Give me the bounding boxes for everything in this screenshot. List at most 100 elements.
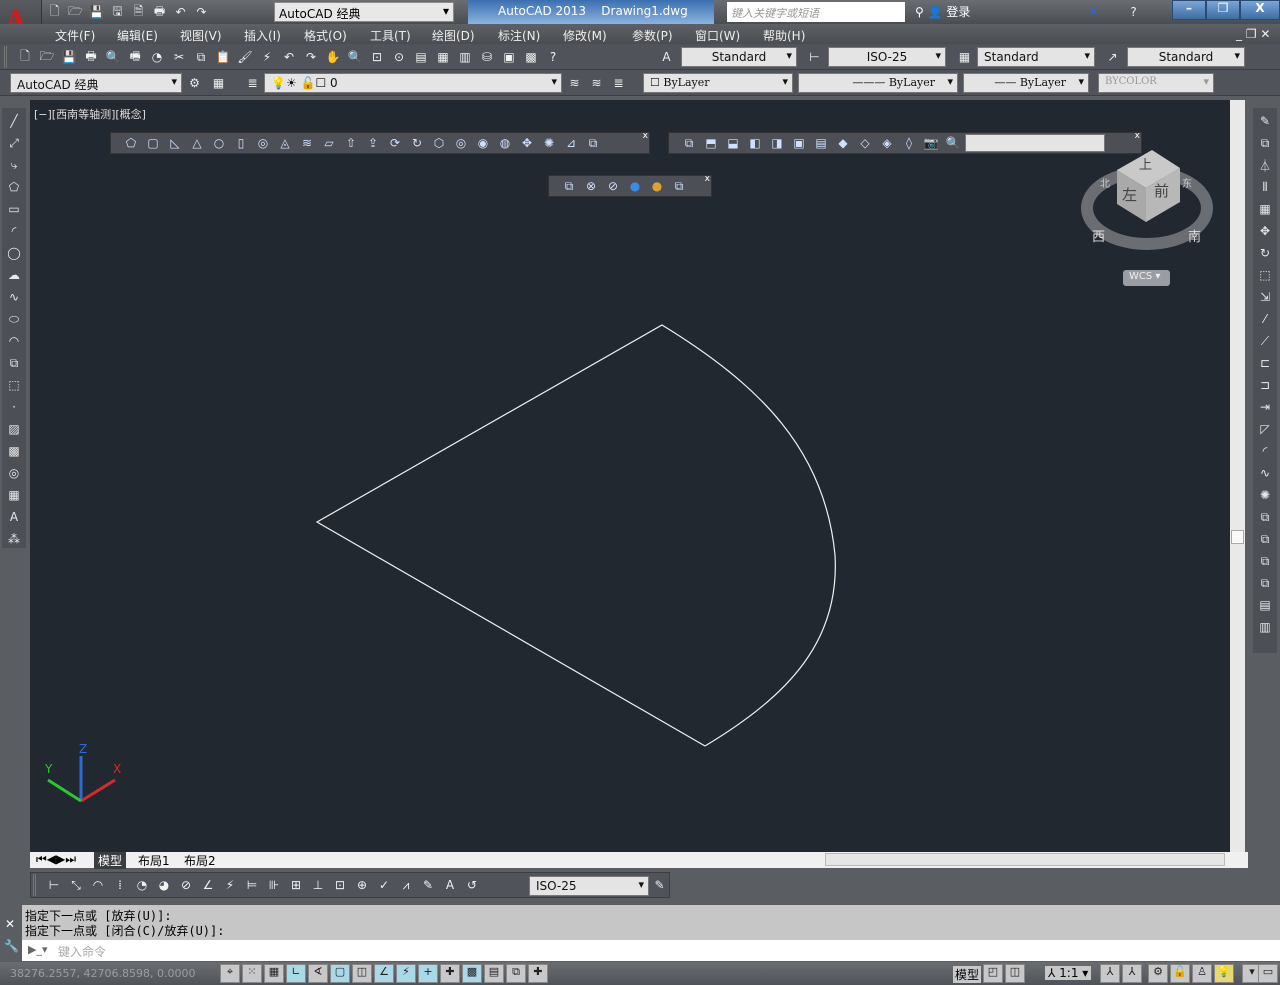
hardware-acceleration-icon[interactable]: ♙ [1192, 964, 1212, 983]
lineweight-icon[interactable]: ✚ [440, 964, 460, 983]
visual-style-manager-icon[interactable]: ⧉ [669, 177, 689, 195]
3d-move-icon[interactable]: ✥ [517, 134, 537, 152]
hidden-icon[interactable]: ⊘ [603, 177, 623, 195]
tab-layout1[interactable]: 布局1 [134, 852, 174, 869]
make-block-icon[interactable]: ⬚ [5, 376, 23, 394]
sweep-icon[interactable]: ⟳ [385, 134, 405, 152]
left-view-icon[interactable]: ◧ [745, 134, 765, 152]
2d-wireframe-icon[interactable]: ⧉ [559, 177, 579, 195]
hatch-back-icon[interactable]: ▥ [1256, 618, 1274, 636]
dim-style-dropdown-2[interactable]: ISO-25 [529, 876, 649, 896]
hatch-icon[interactable]: ▨ [5, 420, 23, 438]
3d-align-icon[interactable]: ⊿ [561, 134, 581, 152]
auto-scale-icon[interactable]: ⅄ [1122, 964, 1142, 983]
draworder-under-icon[interactable]: ⧉ [1256, 574, 1274, 592]
compass-north[interactable]: 北 [1100, 175, 1110, 190]
scroll-thumb[interactable] [1231, 530, 1244, 544]
rotate-icon[interactable]: ↻ [1256, 244, 1274, 262]
snap-mode-icon[interactable]: ⁙ [242, 964, 262, 983]
viewcube-left-face[interactable]: 左 [1122, 184, 1137, 205]
polysolid-icon[interactable]: ⬠ [121, 134, 141, 152]
tab-model[interactable]: 模型 [94, 852, 127, 869]
transparency-icon[interactable]: ▩ [462, 964, 482, 983]
erase-icon[interactable]: ✎ [1256, 112, 1274, 130]
dynamic-input-icon[interactable]: + [418, 964, 438, 983]
line-icon[interactable]: ╱ [5, 112, 23, 130]
arc-length-icon[interactable]: ◠ [88, 875, 108, 895]
tab-nav-arrows[interactable]: ⏮◀▶⏭ [32, 852, 80, 867]
table-icon[interactable]: ▦ [5, 486, 23, 504]
tab-layout2[interactable]: 布局2 [180, 852, 220, 869]
presspull-icon[interactable]: ⇪ [363, 134, 383, 152]
compass-east[interactable]: 东 [1182, 175, 1192, 190]
named-views-icon[interactable]: ⧉ [679, 134, 699, 152]
intersect-icon[interactable]: ◍ [495, 134, 515, 152]
annotation-visibility-icon[interactable]: ⅄ [1100, 964, 1120, 983]
annotation-monitor-icon[interactable]: ✚ [528, 964, 548, 983]
box-icon[interactable]: ▢ [143, 134, 163, 152]
3d-osnap-icon[interactable]: ◫ [352, 964, 372, 983]
loft-icon[interactable]: ⬡ [429, 134, 449, 152]
dim-style-manager-icon[interactable]: ✎ [651, 876, 668, 893]
diameter-icon[interactable]: ⊘ [176, 875, 196, 895]
cone-icon[interactable]: △ [187, 134, 207, 152]
draworder-back-icon[interactable]: ⧉ [1256, 530, 1274, 548]
center-mark-icon[interactable]: ⊕ [352, 875, 372, 895]
right-view-icon[interactable]: ◨ [767, 134, 787, 152]
zoom-icon[interactable]: 🔍 [943, 134, 963, 152]
compass-west[interactable]: 西 [1092, 226, 1105, 245]
3d-array-icon[interactable]: ⧉ [583, 134, 603, 152]
quick-view-layouts-icon[interactable]: ◰ [983, 964, 1003, 983]
realistic-icon[interactable]: ● [625, 177, 645, 195]
3d-rotate-icon[interactable]: ✺ [539, 134, 559, 152]
conceptual-icon[interactable]: ● [647, 177, 667, 195]
linear-dim-icon[interactable]: ⊢ [44, 875, 64, 895]
compass-south[interactable]: 南 [1188, 226, 1201, 245]
offset-icon[interactable]: ⫴ [1256, 178, 1274, 196]
viewcube-front-face[interactable]: 前 [1154, 180, 1169, 201]
object-snap-icon[interactable]: ▢ [330, 964, 350, 983]
close-command-icon[interactable]: ✕ [5, 917, 15, 931]
grid-icon[interactable]: ▦ [264, 964, 284, 983]
close-toolbar-icon[interactable]: x [643, 131, 648, 141]
insert-block-icon[interactable]: ⧉ [5, 354, 23, 372]
union-icon[interactable]: ◎ [451, 134, 471, 152]
helix-icon[interactable]: ≋ [297, 134, 317, 152]
vertical-scrollbar[interactable] [1230, 100, 1245, 852]
multiline-text-icon[interactable]: A [5, 508, 23, 526]
construction-line-icon[interactable]: ⤢ [5, 134, 23, 152]
rectangle-icon[interactable]: ▭ [5, 200, 23, 218]
ortho-icon[interactable]: ∟ [286, 964, 306, 983]
ordinate-icon[interactable]: ⁞ [110, 875, 130, 895]
dim-space-icon[interactable]: ⊞ [286, 875, 306, 895]
aligned-dim-icon[interactable]: ⤡ [66, 875, 86, 895]
ucs-menu-button[interactable]: WCS ▾ [1123, 270, 1170, 286]
nw-iso-icon[interactable]: ◊ [899, 134, 919, 152]
move-icon[interactable]: ✥ [1256, 222, 1274, 240]
toolbar-lock-icon[interactable]: 🔓 [1170, 964, 1190, 983]
draworder-front-icon[interactable]: ⧉ [1256, 508, 1274, 526]
arc-icon[interactable]: ◜ [5, 222, 23, 240]
add-selected-icon[interactable]: ⁂ [5, 530, 23, 548]
array-icon[interactable]: ▦ [1256, 200, 1274, 218]
explode-icon[interactable]: ✺ [1256, 486, 1274, 504]
revolve-icon[interactable]: ↻ [407, 134, 427, 152]
quick-view-drawings-icon[interactable]: ◫ [1005, 964, 1025, 983]
ne-iso-icon[interactable]: ◈ [877, 134, 897, 152]
dim-edit-icon[interactable]: ✎ [418, 875, 438, 895]
baseline-icon[interactable]: ⊨ [242, 875, 262, 895]
quick-dim-icon[interactable]: ⚡ [220, 875, 240, 895]
tolerance-icon[interactable]: ⊡ [330, 875, 350, 895]
annotation-scale-dropdown[interactable]: ⅄ 1:1 ▾ [1045, 966, 1092, 980]
draworder-above-icon[interactable]: ⧉ [1256, 552, 1274, 570]
torus-icon[interactable]: ◎ [253, 134, 273, 152]
selection-cycling-icon[interactable]: ⧉ [506, 964, 526, 983]
scale-icon[interactable]: ⬚ [1256, 266, 1274, 284]
viewcube-top-face[interactable]: 上 [1139, 154, 1152, 173]
horizontal-scrollbar[interactable] [825, 853, 1225, 866]
inspect-icon[interactable]: ✓ [374, 875, 394, 895]
dynamic-ucs-icon[interactable]: ⚡ [396, 964, 416, 983]
bottom-view-icon[interactable]: ⬓ [723, 134, 743, 152]
mirror-icon[interactable]: ⏃ [1256, 156, 1274, 174]
dim-update-icon[interactable]: ↺ [462, 875, 482, 895]
